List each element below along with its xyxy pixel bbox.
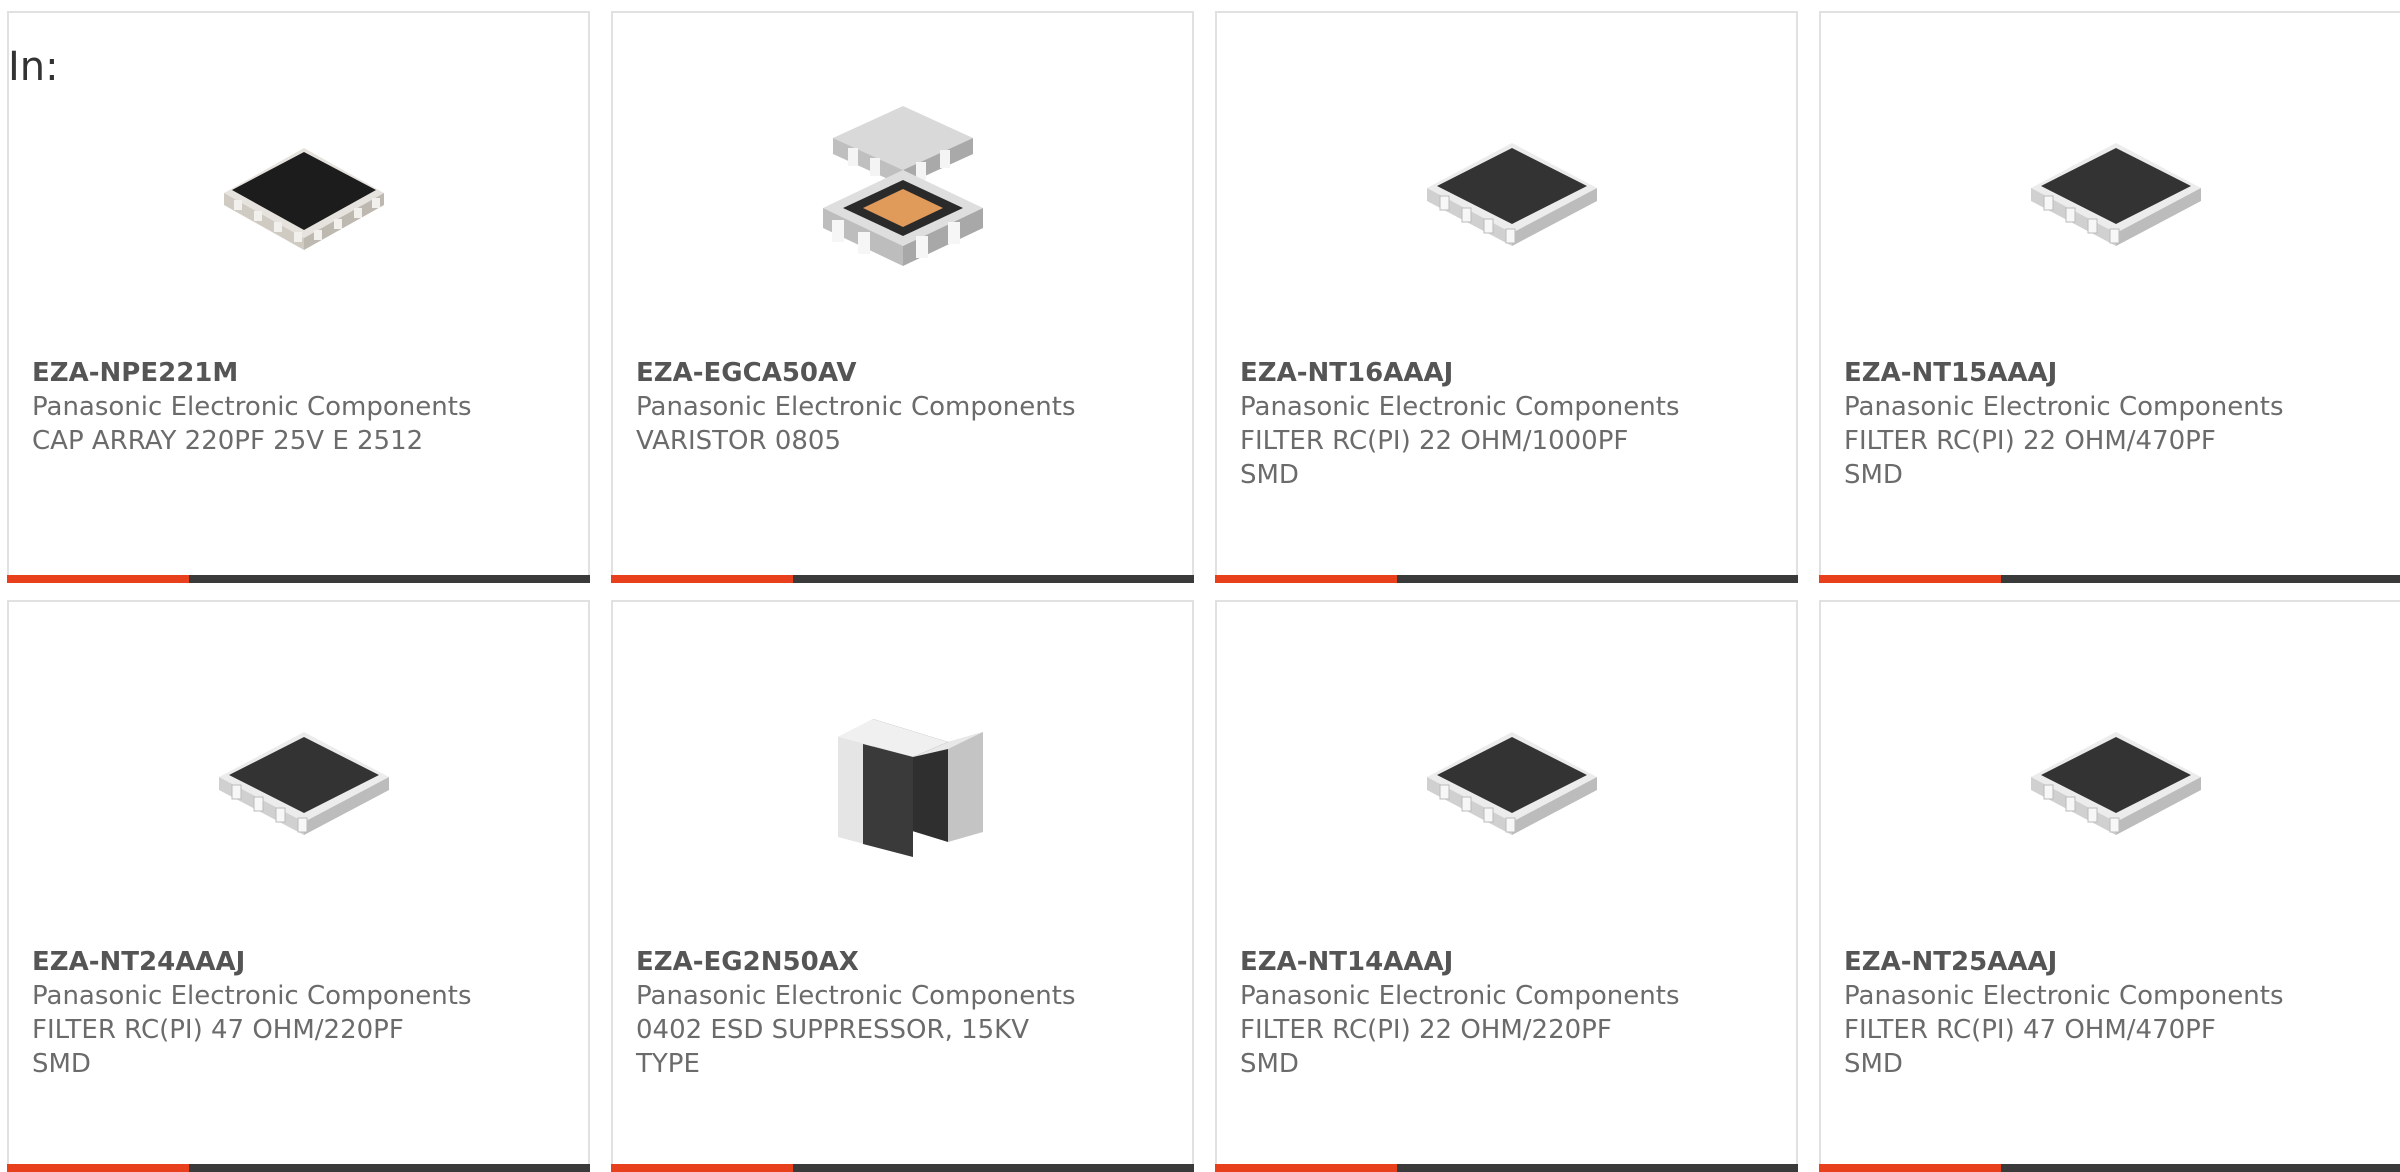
card-bottom-bar <box>611 1164 1194 1172</box>
filter-array-icon <box>194 677 404 877</box>
description: FILTER RC(PI) 47 OHM/470PF SMD <box>1844 1015 2216 1079</box>
description: FILTER RC(PI) 47 OHM/220PF SMD <box>32 1015 404 1079</box>
manufacturer: Panasonic Electronic Components <box>32 981 472 1011</box>
card-accent-bar <box>1819 575 2001 583</box>
part-number[interactable]: EZA-NT24AAAJ <box>32 945 552 979</box>
manufacturer: Panasonic Electronic Components <box>636 392 1076 422</box>
card-bottom-bar <box>7 1164 590 1172</box>
part-number[interactable]: EZA-NT14AAAJ <box>1240 945 1760 979</box>
part-number[interactable]: EZA-NT15AAAJ <box>1844 356 2364 390</box>
chip-component-icon <box>798 677 1008 877</box>
manufacturer: Panasonic Electronic Components <box>1240 981 1680 1011</box>
product-card[interactable]: EZA-NT24AAAJ Panasonic Electronic Compon… <box>7 600 590 1172</box>
manufacturer: Panasonic Electronic Components <box>1844 981 2284 1011</box>
card-accent-bar <box>611 575 793 583</box>
description: VARISTOR 0805 <box>636 426 841 456</box>
resistor-array-black-icon <box>194 88 404 288</box>
card-bottom-bar <box>1819 575 2400 583</box>
description: FILTER RC(PI) 22 OHM/1000PF SMD <box>1240 426 1629 490</box>
product-grid: EZA-NPE221M Panasonic Electronic Compone… <box>0 0 2400 1172</box>
card-bottom-bar <box>1215 1164 1798 1172</box>
manufacturer: Panasonic Electronic Components <box>1240 392 1680 422</box>
card-bottom-bar <box>1819 1164 2400 1172</box>
card-bottom-bar <box>1215 575 1798 583</box>
manufacturer: Panasonic Electronic Components <box>1844 392 2284 422</box>
part-number[interactable]: EZA-EGCA50AV <box>636 356 1156 390</box>
varistor-array-exploded-icon <box>798 88 1008 288</box>
card-bottom-bar <box>611 575 1194 583</box>
description: FILTER RC(PI) 22 OHM/220PF SMD <box>1240 1015 1612 1079</box>
description: CAP ARRAY 220PF 25V E 2512 <box>32 426 424 456</box>
product-card[interactable]: EZA-NT16AAAJ Panasonic Electronic Compon… <box>1215 11 1798 583</box>
product-card[interactable]: EZA-NT14AAAJ Panasonic Electronic Compon… <box>1215 600 1798 1172</box>
filter-array-icon <box>1402 677 1612 877</box>
card-accent-bar <box>1215 575 1397 583</box>
filter-array-icon <box>1402 88 1612 288</box>
card-accent-bar <box>1215 1164 1397 1172</box>
card-accent-bar <box>7 575 189 583</box>
product-card[interactable]: EZA-NT25AAAJ Panasonic Electronic Compon… <box>1819 600 2400 1172</box>
product-card[interactable]: EZA-NT15AAAJ Panasonic Electronic Compon… <box>1819 11 2400 583</box>
product-card[interactable]: EZA-EGCA50AV Panasonic Electronic Compon… <box>611 11 1194 583</box>
filter-array-icon <box>2006 677 2216 877</box>
card-accent-bar <box>1819 1164 2001 1172</box>
part-number[interactable]: EZA-NT16AAAJ <box>1240 356 1760 390</box>
card-bottom-bar <box>7 575 590 583</box>
description: FILTER RC(PI) 22 OHM/470PF SMD <box>1844 426 2216 490</box>
description: 0402 ESD SUPPRESSOR, 15KV TYPE <box>636 1015 1030 1079</box>
filter-array-icon <box>2006 88 2216 288</box>
part-number[interactable]: EZA-NPE221M <box>32 356 552 390</box>
product-card[interactable]: EZA-NPE221M Panasonic Electronic Compone… <box>7 11 590 583</box>
in-label: In: <box>8 44 59 90</box>
product-card[interactable]: EZA-EG2N50AX Panasonic Electronic Compon… <box>611 600 1194 1172</box>
card-accent-bar <box>611 1164 793 1172</box>
manufacturer: Panasonic Electronic Components <box>32 392 472 422</box>
card-accent-bar <box>7 1164 189 1172</box>
part-number[interactable]: EZA-EG2N50AX <box>636 945 1156 979</box>
part-number[interactable]: EZA-NT25AAAJ <box>1844 945 2364 979</box>
manufacturer: Panasonic Electronic Components <box>636 981 1076 1011</box>
